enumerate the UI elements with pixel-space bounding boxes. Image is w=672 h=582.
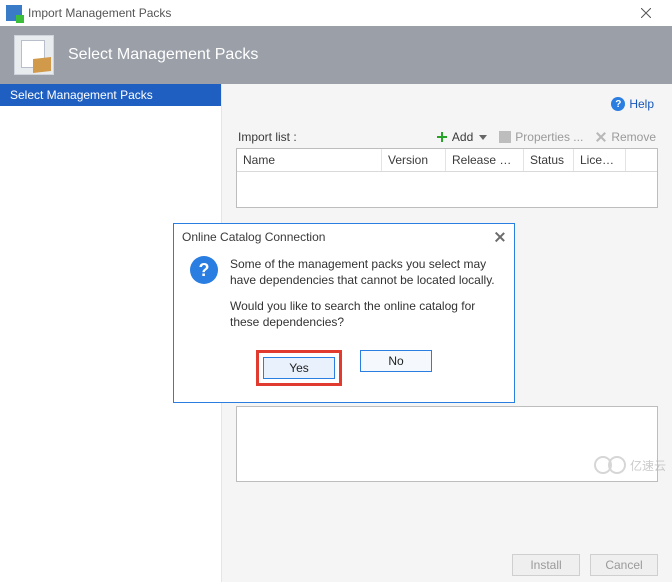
grid-header-row: Name Version Release Date Status License… (237, 149, 657, 172)
plus-icon (436, 131, 448, 143)
install-button: Install (512, 554, 580, 576)
add-button[interactable]: Add (436, 130, 487, 144)
column-header-release-date[interactable]: Release Date (446, 149, 524, 171)
dialog-title: Online Catalog Connection (182, 230, 325, 244)
cancel-button[interactable]: Cancel (590, 554, 658, 576)
management-pack-icon (14, 35, 54, 75)
add-button-label: Add (452, 130, 473, 144)
properties-button-label: Properties ... (515, 130, 583, 144)
column-header-version[interactable]: Version (382, 149, 446, 171)
wizard-step-label: Select Management Packs (10, 88, 153, 102)
column-header-spacer (626, 149, 657, 171)
wizard-header-title: Select Management Packs (68, 46, 258, 64)
cancel-button-label: Cancel (605, 558, 642, 572)
no-button[interactable]: No (360, 350, 432, 372)
column-header-name[interactable]: Name (237, 149, 382, 171)
yes-button[interactable]: Yes (263, 357, 335, 379)
properties-icon (499, 131, 511, 143)
column-header-status[interactable]: Status (524, 149, 574, 171)
remove-button-label: Remove (611, 130, 656, 144)
install-button-label: Install (530, 558, 561, 572)
properties-button: Properties ... (499, 130, 583, 144)
yes-button-highlight: Yes (256, 350, 342, 386)
chevron-down-icon (479, 135, 487, 140)
yes-button-label: Yes (289, 361, 309, 375)
app-icon (6, 5, 22, 21)
close-icon (641, 8, 651, 18)
window-title: Import Management Packs (28, 6, 626, 20)
wizard-step-select-management-packs[interactable]: Select Management Packs (0, 84, 221, 106)
import-list-label: Import list : (238, 130, 297, 144)
column-header-license-terms[interactable]: License Terms (574, 149, 626, 171)
question-icon: ? (190, 256, 218, 284)
dialog-message: Some of the management packs you select … (230, 256, 498, 340)
watermark: 亿速云 (594, 456, 666, 474)
window-titlebar: Import Management Packs (0, 0, 672, 26)
online-catalog-dialog: Online Catalog Connection ? Some of the … (173, 223, 515, 403)
help-link[interactable]: Help (629, 97, 654, 111)
import-list-grid[interactable]: Name Version Release Date Status License… (236, 148, 658, 208)
import-toolbar: Import list : Add Properties ... Remove (236, 124, 658, 148)
remove-button: Remove (595, 130, 656, 144)
dialog-message-line2: Would you like to search the online cata… (230, 298, 498, 330)
no-button-label: No (388, 354, 403, 368)
window-close-button[interactable] (626, 0, 666, 26)
help-icon: ? (611, 97, 625, 111)
watermark-text: 亿速云 (630, 457, 666, 474)
wizard-header: Select Management Packs (0, 26, 672, 84)
dialog-message-line1: Some of the management packs you select … (230, 256, 498, 288)
dialog-close-button[interactable] (494, 231, 506, 243)
remove-icon (595, 131, 607, 143)
